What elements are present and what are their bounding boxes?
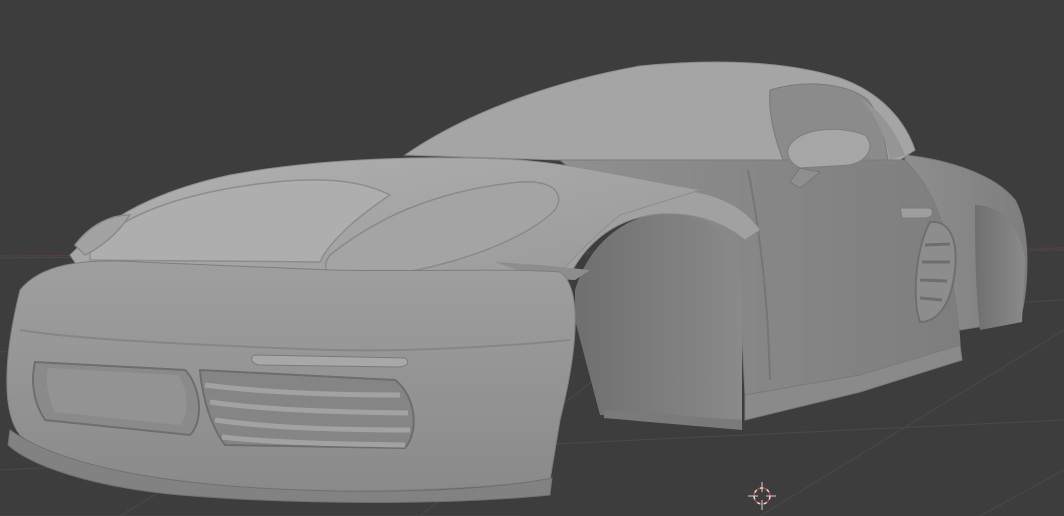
car-model[interactable] [6, 61, 1028, 503]
3d-cursor-icon[interactable] [748, 482, 776, 510]
3d-viewport[interactable] [0, 0, 1064, 516]
viewport-canvas [0, 61, 1064, 516]
